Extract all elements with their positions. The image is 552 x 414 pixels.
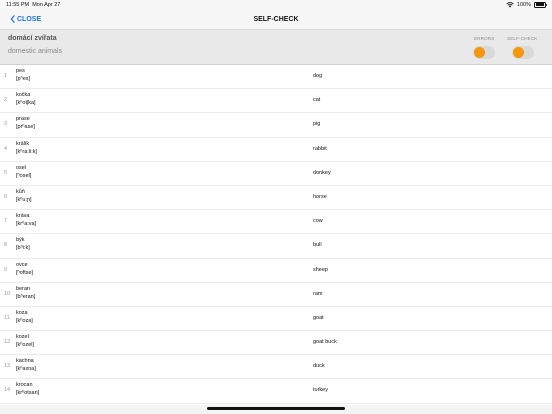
battery-icon <box>534 1 547 8</box>
word-pronunciation: [kʰoza] <box>16 317 33 324</box>
row-number: 1 <box>4 73 8 79</box>
row-number: 8 <box>4 242 8 249</box>
wifi-icon <box>506 1 514 7</box>
word-pronunciation: [pʰes] <box>16 76 31 82</box>
word-row[interactable]: 13 kachna [kʰaxna] duck <box>0 355 552 380</box>
word-row[interactable]: 4 králík [kʰra:li:k] rabbit <box>0 138 552 162</box>
nav-bar: CLOSE SELF-CHECK <box>0 11 552 30</box>
row-number: 4 <box>4 145 8 152</box>
row-number: 13 <box>4 363 11 370</box>
word-pronunciation: [bʰi:k] <box>16 245 30 252</box>
self-check-toggle[interactable] <box>512 46 534 59</box>
word-text: kachna <box>16 358 34 365</box>
word-pronunciation: [krʰotsan] <box>16 390 40 397</box>
status-time: 11:55 PM Mon Apr 27 <box>6 2 61 8</box>
word-row[interactable]: 14 krocan [krʰotsan] turkey <box>0 379 552 404</box>
word-row[interactable]: 9 ovce [ʰoftse] sheep <box>0 259 552 283</box>
word-translation: pig <box>313 121 321 128</box>
errors-toggle[interactable] <box>473 46 495 59</box>
word-pronunciation: [prʰase] <box>16 124 35 131</box>
word-pronunciation: [krʰa:va] <box>16 221 37 228</box>
word-text: prase <box>16 116 30 123</box>
word-pronunciation: [kʰu:ɲ] <box>16 196 32 203</box>
row-number: 3 <box>4 121 8 128</box>
word-row[interactable]: 8 býk [bʰi:k] bull <box>0 234 552 259</box>
word-text: kozel <box>16 334 29 341</box>
word-text: ovce <box>16 261 28 268</box>
word-pronunciation: [kʰozel] <box>16 342 35 349</box>
word-row[interactable]: 1 pes [pʰes] dog <box>0 65 552 90</box>
deck-subtitle: domestic animals <box>8 48 63 55</box>
errors-label: ERRORS <box>474 36 495 41</box>
word-pronunciation: [bʰeran] <box>16 293 36 300</box>
word-row[interactable]: 6 kůň [kʰu:ɲ] horse <box>0 186 552 211</box>
word-text: osel <box>16 164 27 171</box>
word-translation: goat <box>313 314 324 321</box>
word-text: králík <box>16 140 30 147</box>
word-row[interactable]: 5 osel [ʰosel] donkey <box>0 162 552 186</box>
word-text: kočka <box>16 92 31 99</box>
self-check-label: SELF-CHECK <box>507 36 538 41</box>
word-text: beran <box>16 285 31 292</box>
row-number: 6 <box>4 193 8 200</box>
word-translation: cat <box>313 97 321 104</box>
word-pronunciation: [ʰosel] <box>16 172 32 179</box>
toggle-knob <box>513 47 524 58</box>
word-text: koza <box>16 309 28 316</box>
home-indicator[interactable] <box>207 407 345 410</box>
word-translation: horse <box>313 193 327 200</box>
word-list[interactable]: 1 pes [pʰes] dog 2 kočka [kʰotʃka] cat 3 prase [pr… <box>0 65 552 405</box>
status-bar: 11:55 PM Mon Apr 27 100% <box>0 0 552 11</box>
word-translation: donkey <box>313 169 331 176</box>
word-translation: dog <box>313 73 323 79</box>
word-translation: bull <box>313 242 322 249</box>
word-text: kráva <box>16 213 30 220</box>
word-text: býk <box>16 237 25 244</box>
word-translation: cow <box>313 218 323 225</box>
word-row[interactable]: 3 prase [prʰase] pig <box>0 113 552 138</box>
battery-percent: 100% <box>516 1 531 8</box>
word-text: kůň <box>16 188 25 195</box>
toggle-knob <box>474 47 485 58</box>
word-text: krocan <box>16 382 33 389</box>
word-pronunciation: [kʰra:li:k] <box>16 148 38 155</box>
word-row[interactable]: 12 kozel [kʰozel] goat buck <box>0 331 552 356</box>
word-translation: duck <box>313 363 325 370</box>
status-right: 100% <box>506 1 547 8</box>
row-number: 12 <box>4 339 11 346</box>
row-number: 2 <box>4 97 8 104</box>
deck-header: domácí zvířata domestic animals ERRORS S… <box>0 30 552 65</box>
row-number: 10 <box>4 290 11 297</box>
deck-title: domácí zvířata <box>8 35 57 42</box>
page-title: SELF-CHECK <box>253 16 299 23</box>
word-text: pes <box>16 68 25 74</box>
word-translation: turkey <box>313 387 328 394</box>
row-number: 5 <box>4 169 8 176</box>
row-number: 11 <box>4 314 10 321</box>
word-translation: rabbit <box>313 145 327 152</box>
word-row[interactable]: 10 beran [bʰeran] ram <box>0 283 552 307</box>
word-row[interactable]: 11 koza [kʰoza] goat <box>0 307 552 332</box>
word-translation: goat buck <box>313 339 337 346</box>
word-pronunciation: [kʰotʃka] <box>16 100 36 107</box>
row-number: 7 <box>4 218 8 225</box>
word-row[interactable]: 2 kočka [kʰotʃka] cat <box>0 89 552 114</box>
word-translation: sheep <box>313 266 328 273</box>
row-number: 9 <box>4 266 8 273</box>
word-translation: ram <box>313 290 323 297</box>
word-pronunciation: [ʰoftse] <box>16 269 34 276</box>
word-pronunciation: [kʰaxna] <box>16 366 36 373</box>
row-number: 14 <box>4 387 11 394</box>
word-row[interactable]: 7 kráva [krʰa:va] cow <box>0 210 552 235</box>
